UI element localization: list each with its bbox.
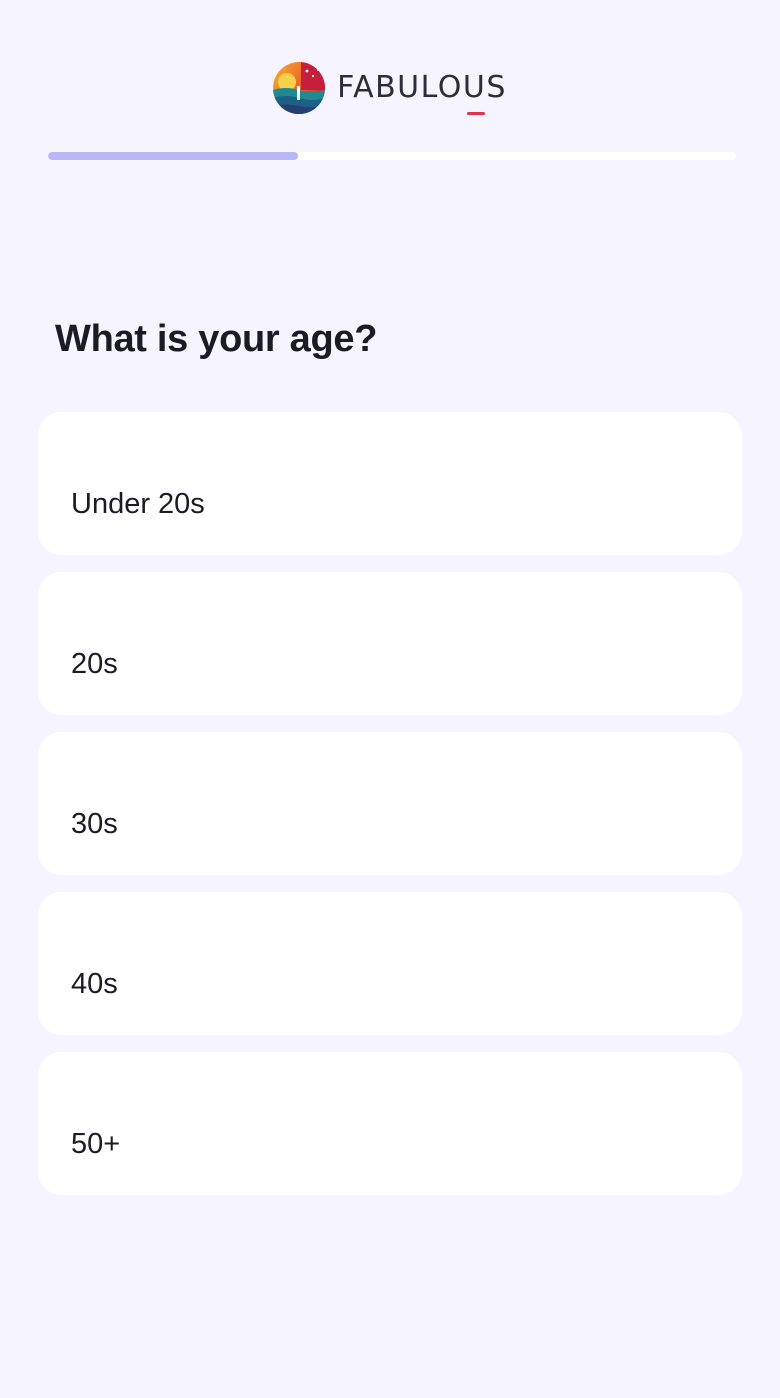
question-title: What is your age?	[55, 318, 378, 360]
option-label: 50+	[71, 1128, 121, 1160]
brand-underline-accent	[466, 112, 485, 115]
progress-bar-fill	[48, 152, 299, 160]
option-50-plus[interactable]: 50+	[38, 1052, 742, 1195]
fabulous-logo-icon	[273, 62, 326, 114]
option-under-20s[interactable]: Under 20s	[38, 412, 742, 555]
brand-name: FABULOUS	[337, 70, 507, 105]
option-label: 20s	[71, 648, 118, 680]
option-label: 30s	[71, 808, 118, 840]
option-30s[interactable]: 30s	[38, 732, 742, 875]
option-label: 40s	[71, 968, 118, 1000]
app-header: FABULOUS	[0, 60, 780, 116]
age-options-list: Under 20s 20s 30s 40s 50+	[38, 412, 742, 1212]
brand-wordmark: FABULOUS	[337, 70, 507, 115]
option-40s[interactable]: 40s	[38, 892, 742, 1035]
progress-bar	[48, 152, 736, 160]
option-20s[interactable]: 20s	[38, 572, 742, 715]
option-label: Under 20s	[71, 488, 205, 520]
